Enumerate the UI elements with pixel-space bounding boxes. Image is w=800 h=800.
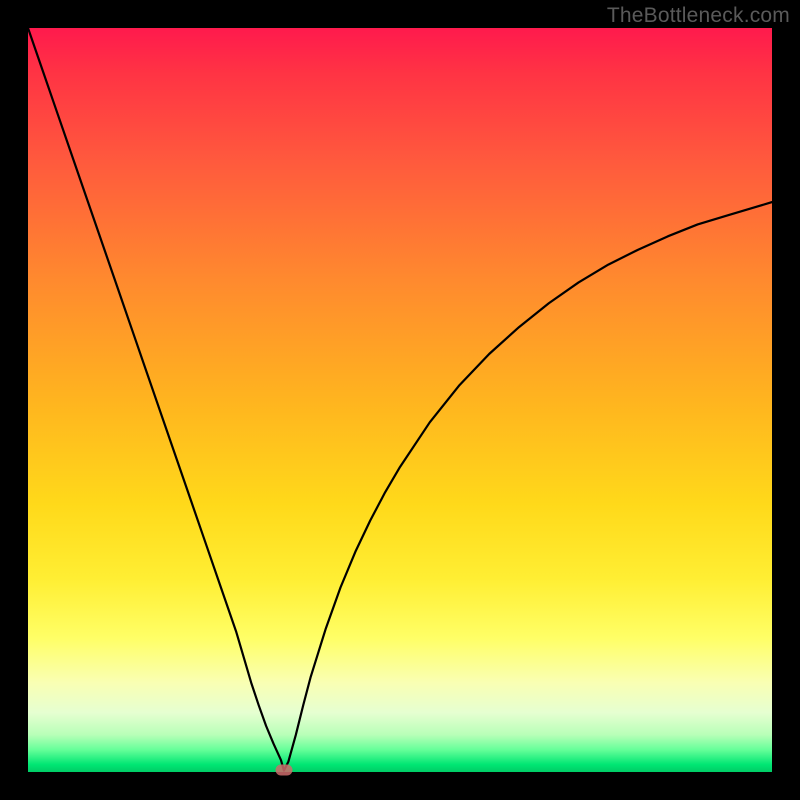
bottleneck-curve [28,28,772,772]
chart-plot-area [28,28,772,772]
chart-frame: TheBottleneck.com [0,0,800,800]
optimal-point-marker [275,764,292,775]
watermark-text: TheBottleneck.com [607,4,790,28]
